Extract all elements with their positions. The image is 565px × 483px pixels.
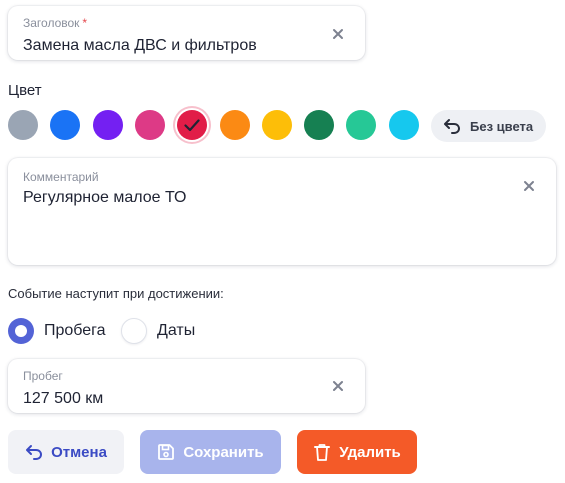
no-color-button[interactable]: Без цвета xyxy=(431,110,546,142)
title-field-label-text: Заголовок xyxy=(23,16,80,30)
comment-clear-button[interactable] xyxy=(518,175,540,197)
color-swatch[interactable] xyxy=(346,110,377,140)
no-color-button-label: Без цвета xyxy=(470,118,534,134)
radio-mileage[interactable]: Пробега xyxy=(8,318,106,344)
delete-button[interactable]: Удалить xyxy=(297,430,417,474)
color-swatch[interactable] xyxy=(219,110,250,140)
mileage-field-value[interactable]: 127 500 км xyxy=(23,390,103,408)
undo-arrow-icon xyxy=(26,445,43,460)
cancel-button[interactable]: Отмена xyxy=(8,430,124,474)
required-mark: * xyxy=(82,16,88,30)
radio-date-label: Даты xyxy=(157,322,196,339)
save-button-label: Сохранить xyxy=(183,443,264,461)
title-field-label: Заголовок * xyxy=(23,16,87,30)
cancel-button-label: Отмена xyxy=(51,443,107,461)
close-icon xyxy=(333,381,343,391)
color-swatch[interactable] xyxy=(261,110,292,140)
color-swatch[interactable] xyxy=(177,110,208,140)
close-icon xyxy=(333,29,343,39)
color-swatch[interactable] xyxy=(8,110,38,140)
event-form: Заголовок * Замена масла ДВС и фильтров Ц… xyxy=(0,0,565,483)
floppy-disk-icon xyxy=(158,444,175,460)
close-icon xyxy=(524,181,534,191)
mileage-clear-button[interactable] xyxy=(327,375,349,397)
color-swatch[interactable] xyxy=(134,110,165,140)
radio-date-indicator[interactable] xyxy=(121,318,147,344)
check-icon xyxy=(184,118,200,131)
radio-mileage-indicator[interactable] xyxy=(8,318,34,344)
mileage-field[interactable]: Пробег 127 500 км xyxy=(8,359,365,413)
color-swatch[interactable] xyxy=(304,110,335,140)
title-field-value[interactable]: Замена масла ДВС и фильтров xyxy=(23,37,257,55)
undo-arrow-icon xyxy=(444,119,461,134)
color-swatch[interactable] xyxy=(388,110,419,140)
trigger-hint: Событие наступит при достижении: xyxy=(8,286,224,301)
color-swatch[interactable] xyxy=(92,110,123,140)
comment-field-value[interactable]: Регулярное малое ТО xyxy=(23,189,186,207)
delete-button-label: Удалить xyxy=(339,443,401,461)
mileage-field-label: Пробег xyxy=(23,369,63,383)
color-swatch[interactable] xyxy=(50,110,81,140)
comment-field[interactable]: Комментарий Регулярное малое ТО xyxy=(8,158,556,265)
trash-icon xyxy=(314,444,331,461)
title-clear-button[interactable] xyxy=(327,23,349,45)
title-field[interactable]: Заголовок * Замена масла ДВС и фильтров xyxy=(8,6,365,60)
save-button[interactable]: Сохранить xyxy=(140,430,281,474)
radio-date[interactable]: Даты xyxy=(121,318,195,344)
radio-mileage-label: Пробега xyxy=(44,322,106,339)
color-section-title: Цвет xyxy=(8,82,42,99)
comment-field-label: Комментарий xyxy=(23,170,99,184)
